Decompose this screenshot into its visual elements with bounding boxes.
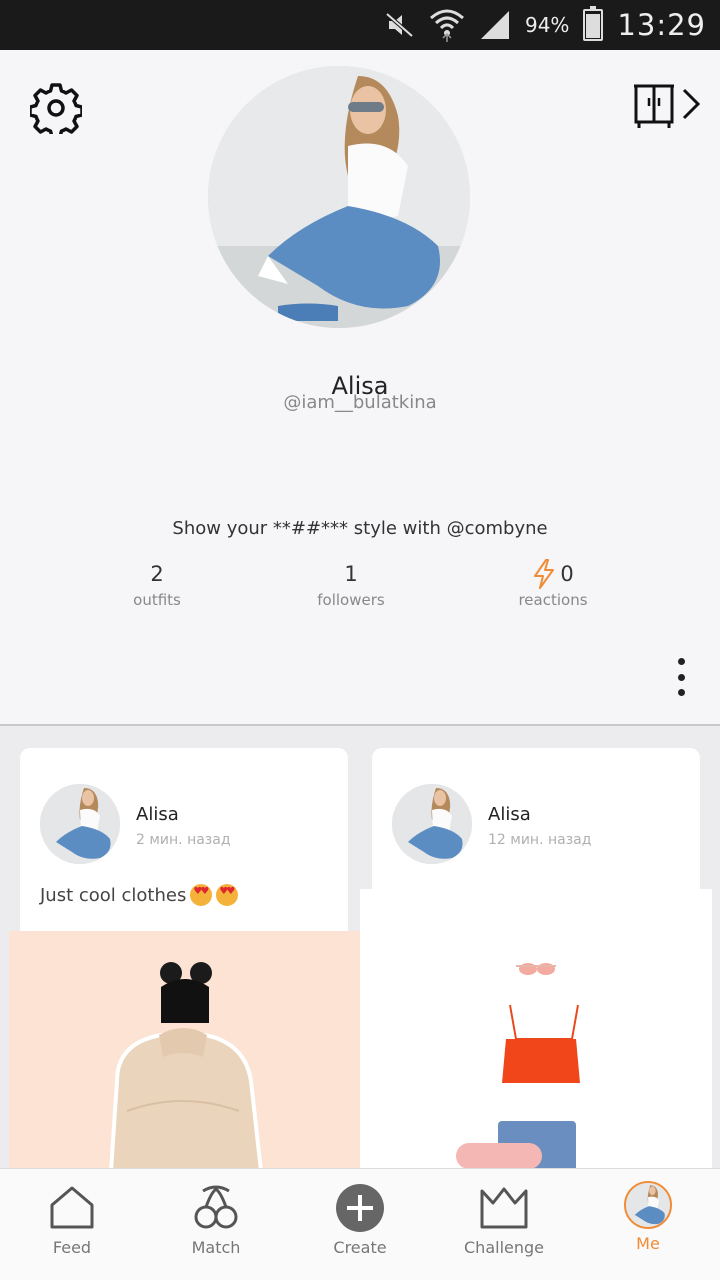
followers-label: followers bbox=[317, 591, 385, 609]
wifi-icon bbox=[429, 9, 464, 42]
card-caption-text: Just cool clothes bbox=[40, 884, 187, 906]
outfit-card[interactable]: Alisa 12 мин. назад bbox=[372, 748, 700, 908]
outfit-image[interactable] bbox=[9, 931, 360, 1168]
home-icon bbox=[50, 1186, 94, 1229]
more-dot-icon bbox=[677, 673, 685, 681]
card-author[interactable]: Alisa bbox=[488, 804, 531, 825]
stat-followers[interactable]: 1 followers bbox=[271, 560, 431, 609]
nav-match-label: Match bbox=[191, 1238, 241, 1257]
plus-circle-icon bbox=[336, 1184, 384, 1232]
card-avatar[interactable] bbox=[392, 784, 472, 864]
bottom-navigation: Feed Match Create Challenge Me bbox=[0, 1168, 720, 1280]
outfits-label: outfits bbox=[133, 591, 181, 609]
nav-create[interactable]: Create bbox=[288, 1169, 432, 1280]
gear-icon bbox=[28, 83, 84, 139]
card-caption: Just cool clothes bbox=[40, 884, 239, 906]
nav-create-label: Create bbox=[333, 1238, 387, 1257]
avatar bbox=[624, 1181, 672, 1229]
nav-me-label: Me bbox=[636, 1234, 660, 1253]
nav-challenge-label: Challenge bbox=[464, 1238, 544, 1257]
mute-icon bbox=[385, 12, 414, 38]
nav-feed[interactable]: Feed bbox=[0, 1169, 144, 1280]
profile-handle: @iam__bulatkina bbox=[283, 392, 437, 413]
card-timestamp: 2 мин. назад bbox=[136, 832, 231, 848]
settings-button[interactable] bbox=[28, 82, 84, 139]
card-timestamp: 12 мин. назад bbox=[488, 832, 592, 848]
clock: 13:29 bbox=[617, 8, 706, 42]
crown-icon bbox=[480, 1187, 528, 1229]
profile-header: Alisa @iam__bulatkina Show your **##*** … bbox=[0, 50, 720, 724]
nav-feed-label: Feed bbox=[52, 1238, 92, 1257]
battery-percent: 94% bbox=[524, 13, 570, 37]
more-dot-icon bbox=[677, 658, 685, 665]
stat-outfits[interactable]: 2 outfits bbox=[77, 560, 237, 609]
signal-icon bbox=[480, 11, 509, 39]
outfit-image[interactable] bbox=[360, 889, 712, 1168]
cherry-icon bbox=[194, 1185, 238, 1229]
wardrobe-icon bbox=[634, 84, 701, 128]
battery-icon bbox=[583, 6, 604, 41]
profile-avatar[interactable] bbox=[208, 66, 470, 328]
reactions-label: reactions bbox=[518, 591, 588, 609]
heart-eyes-emoji-icon bbox=[216, 884, 239, 906]
wardrobe-button[interactable] bbox=[632, 82, 706, 130]
stat-reactions[interactable]: 0 reactions bbox=[473, 559, 633, 609]
status-bar: 94% 13:29 bbox=[0, 0, 720, 50]
more-options-button[interactable] bbox=[670, 658, 692, 696]
nav-me[interactable]: Me bbox=[576, 1169, 720, 1280]
more-dot-icon bbox=[677, 689, 685, 696]
followers-count: 1 bbox=[344, 562, 358, 586]
nav-challenge[interactable]: Challenge bbox=[432, 1169, 576, 1280]
profile-bio: Show your **##*** style with @combyne bbox=[172, 518, 548, 539]
outfit-card[interactable]: Alisa 2 мин. назад Just cool clothes bbox=[20, 748, 348, 948]
card-avatar[interactable] bbox=[40, 784, 120, 864]
lightning-icon bbox=[534, 559, 555, 589]
nav-match[interactable]: Match bbox=[144, 1169, 288, 1280]
card-author[interactable]: Alisa bbox=[136, 804, 179, 825]
heart-eyes-emoji-icon bbox=[190, 884, 213, 906]
outfit-feed[interactable]: Alisa 2 мин. назад Just cool clothes Ali… bbox=[0, 726, 720, 1168]
outfits-count: 2 bbox=[150, 562, 164, 586]
reactions-count: 0 bbox=[560, 562, 574, 586]
